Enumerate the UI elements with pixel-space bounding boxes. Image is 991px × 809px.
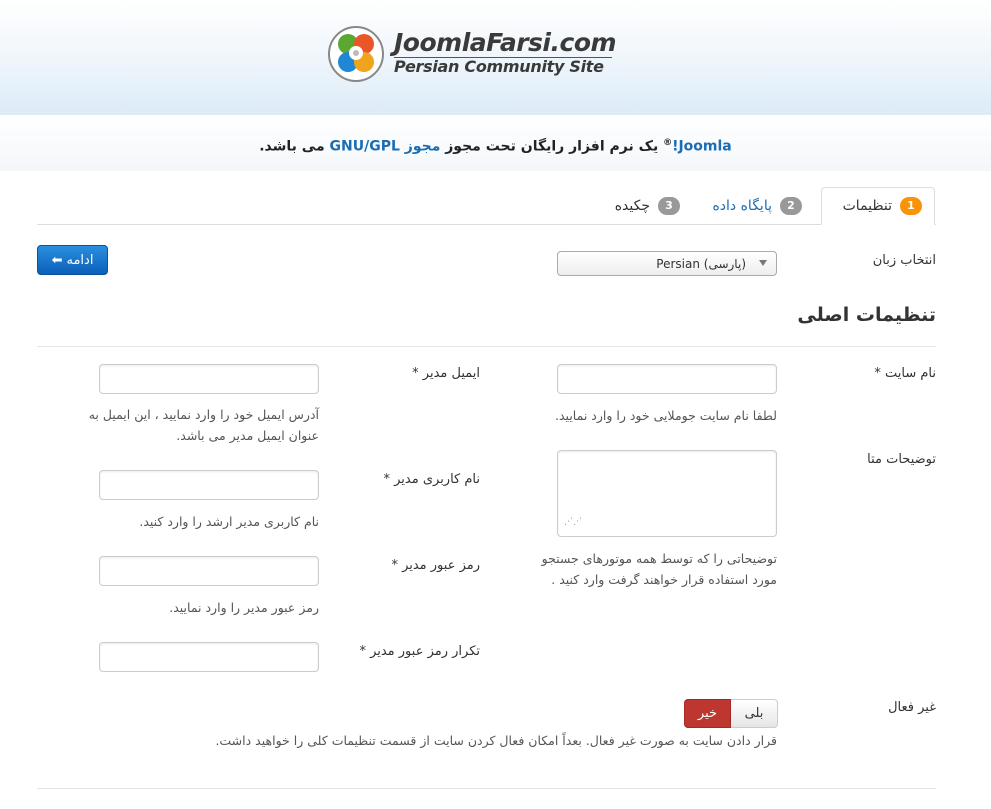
offline-yes-button[interactable]: بلی xyxy=(731,699,778,728)
admin-username-label: نام کاربری مدیر * xyxy=(383,472,481,487)
tab-badge: 2 xyxy=(780,196,802,215)
admin-password-confirm-label: تکرار رمز عبور مدیر * xyxy=(359,644,480,659)
section-divider xyxy=(37,346,936,347)
site-name-label: نام سایت * xyxy=(874,366,936,381)
registered-mark: ® xyxy=(663,138,673,148)
meta-description-help-line-2: مورد استفاده قرار خواهند گرفت وارد کنید … xyxy=(551,572,777,587)
notice-text-2: می باشد. xyxy=(259,138,330,155)
tabs-divider xyxy=(37,224,936,225)
site-logo: JoomlaFarsi.com Persian Community Site xyxy=(326,24,617,86)
admin-password-confirm-input[interactable] xyxy=(99,642,319,672)
license-notice: Joomla!® یک نرم افزار رایگان تحت مجوز مج… xyxy=(0,138,991,155)
tab-label: تنظیمات xyxy=(842,198,892,214)
meta-description-help-line-1: توضیحاتی را که توسط همه موتورهای جستجو xyxy=(541,551,777,566)
admin-password-help: رمز عبور مدیر را وارد نمایید. xyxy=(169,600,319,615)
meta-description-label: توضیحات متا xyxy=(867,452,936,467)
admin-email-input[interactable] xyxy=(99,364,319,394)
bottom-divider xyxy=(37,788,936,789)
language-label: انتخاب زبان xyxy=(872,253,936,268)
joomla-link[interactable]: Joomla! xyxy=(672,139,732,155)
joomla-logo-icon xyxy=(328,26,384,82)
meta-description-textarea[interactable] xyxy=(557,450,777,537)
next-button[interactable]: ادامه ⬅ xyxy=(37,245,108,275)
site-name-help: لطفا نام سایت جوملایی خود را وارد نمایید… xyxy=(555,408,777,423)
admin-username-help: نام کاربری مدیر ارشد را وارد کنید. xyxy=(139,514,319,529)
admin-email-help: آدرس ایمیل خود را وارد نمایید ، این ایمی… xyxy=(89,404,319,446)
section-title: تنظیمات اصلی xyxy=(797,304,936,326)
next-button-label: ادامه xyxy=(66,252,94,268)
tab-badge: 1 xyxy=(900,197,922,215)
offline-label: غیر فعال xyxy=(888,700,936,715)
gpl-link[interactable]: GNU/GPL xyxy=(330,139,400,155)
admin-password-label: رمز عبور مدیر * xyxy=(391,558,480,573)
tab-database[interactable]: 2 پایگاه داده xyxy=(696,187,814,224)
tab-label: پایگاه داده xyxy=(712,197,772,214)
admin-password-input[interactable] xyxy=(99,556,319,586)
resize-grip-icon[interactable]: ⋰⋰ xyxy=(564,517,582,527)
arrow-left-icon: ⬅ xyxy=(51,252,63,268)
admin-email-help-line-1: آدرس ایمیل خود را وارد نمایید ، این ایمی… xyxy=(88,407,319,422)
logo-subtitle: Persian Community Site xyxy=(394,57,604,76)
admin-email-help-line-2: عنوان ایمیل مدیر می باشد. xyxy=(176,428,319,443)
site-name-input[interactable] xyxy=(557,364,777,394)
offline-no-button[interactable]: خیر xyxy=(684,699,731,728)
admin-email-label: ایمیل مدیر * xyxy=(412,366,480,381)
tab-label: چکیده xyxy=(614,197,650,214)
language-select[interactable]: Persian (پارسی) xyxy=(557,251,777,276)
notice-text-1: یک نرم افزار رایگان تحت مجوز xyxy=(440,138,664,155)
tab-settings[interactable]: 1 تنظیمات xyxy=(821,187,935,225)
tab-summary[interactable]: 3 چکیده xyxy=(592,187,692,224)
offline-toggle[interactable]: خیر بلی xyxy=(684,699,778,728)
license-link[interactable]: مجوز xyxy=(405,139,441,155)
chevron-down-icon xyxy=(759,260,767,266)
meta-description-help: توضیحاتی را که توسط همه موتورهای جستجو م… xyxy=(542,548,777,590)
logo-title: JoomlaFarsi.com xyxy=(394,28,617,57)
tab-badge: 3 xyxy=(658,196,680,215)
language-selected-value: Persian (پارسی) xyxy=(656,256,746,271)
admin-username-input[interactable] xyxy=(99,470,319,500)
offline-help: قرار دادن سایت به صورت غیر فعال. بعداً ا… xyxy=(215,733,777,748)
